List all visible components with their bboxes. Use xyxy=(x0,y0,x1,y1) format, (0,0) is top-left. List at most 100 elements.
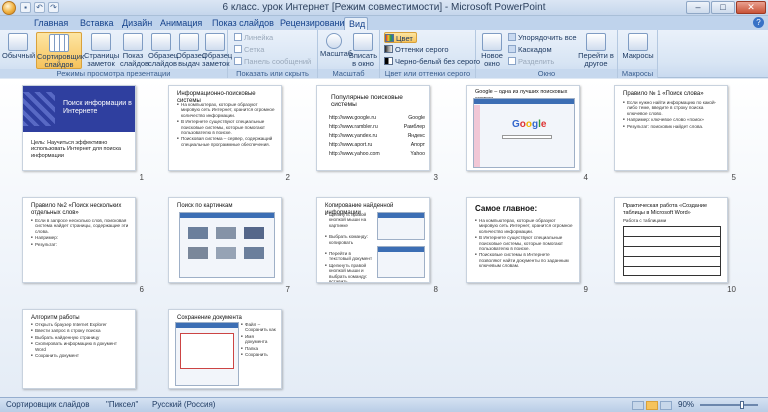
group-color: Цвет Оттенки серого Черно-белый без серо… xyxy=(380,30,480,78)
slide-thumbnail[interactable]: Практическая работа «Создание таблицы в … xyxy=(614,197,728,283)
slide-thumbnail[interactable]: Правило № 1 «Поиск слова» Если нужно най… xyxy=(614,85,728,171)
notes-page-button[interactable]: Страницы заметок xyxy=(84,32,119,69)
view-sorter-icon[interactable] xyxy=(646,401,658,410)
view-slideshow-icon[interactable] xyxy=(660,401,672,410)
slide-number: 10 xyxy=(727,285,736,294)
zoom-level[interactable]: 90% xyxy=(678,398,694,412)
group-show-hide: Линейка Сетка Панель сообщений Показать … xyxy=(228,30,318,78)
tab-animation[interactable]: Анимация xyxy=(156,17,206,30)
grid-checkbox[interactable]: Сетка xyxy=(234,44,264,55)
slide-1[interactable]: Поиск информации в Интернете Цель: Научи… xyxy=(22,85,144,182)
group-views: Обычный Сортировщик слайдов Страницы зам… xyxy=(0,30,232,78)
new-window-button[interactable]: Новое окно xyxy=(478,32,506,69)
slide-4[interactable]: Google – одна из лучших поисковых систем… xyxy=(466,85,588,182)
slide-5[interactable]: Правило № 1 «Поиск слова» Если нужно най… xyxy=(614,85,736,182)
status-language[interactable]: Русский (Россия) xyxy=(152,398,215,412)
copy-screenshot xyxy=(377,212,425,240)
color-button[interactable]: Цвет xyxy=(384,32,417,43)
slide-subtitle: Работа с таблицами xyxy=(623,218,667,223)
message-bar-checkbox[interactable]: Панель сообщений xyxy=(234,56,311,67)
grayscale-button[interactable]: Оттенки серого xyxy=(384,44,449,55)
close-button[interactable]: ✕ xyxy=(736,1,766,14)
slide-8[interactable]: Копирование найденной информации Щелкнут… xyxy=(316,197,438,294)
slide-number: 7 xyxy=(285,285,290,294)
maximize-button[interactable]: □ xyxy=(711,1,735,14)
slide-number: 8 xyxy=(433,285,438,294)
slide-9[interactable]: Самое главное: На компьютерах, которые о… xyxy=(466,197,588,294)
zoom-button[interactable]: Масштаб xyxy=(320,32,352,69)
slide-thumbnail[interactable]: Поиск по картинкам xyxy=(168,197,282,283)
search-engine-table: http://www.google.ru Google http://www.ra… xyxy=(329,115,425,157)
save-dialog-screenshot xyxy=(175,322,239,386)
handout-master-button[interactable]: Образец выдач xyxy=(176,32,206,69)
tab-design[interactable]: Дизайн xyxy=(118,17,156,30)
window-controls: – □ ✕ xyxy=(686,1,766,14)
slide-sorter-icon xyxy=(49,34,69,52)
tab-home[interactable]: Главная xyxy=(30,17,72,30)
ruler-checkbox[interactable]: Линейка xyxy=(234,32,273,43)
zoom-slider[interactable] xyxy=(700,404,758,406)
slide-thumbnail[interactable]: Информационно-поисковые системы На компь… xyxy=(168,85,282,171)
slide-title: Популярные поисковые системы xyxy=(331,94,403,108)
normal-view-button[interactable]: Обычный xyxy=(2,32,35,69)
slide-bullets: Если в запросе несколько слов, поисковая… xyxy=(31,218,129,248)
slide-7[interactable]: Поиск по картинкам 7 xyxy=(168,197,290,294)
status-bar: Сортировщик слайдов "Пиксел" Русский (Ро… xyxy=(0,397,768,412)
slide-title: Правило № 1 «Поиск слова» xyxy=(623,91,704,97)
slide-thumbnail[interactable]: Google – одна из лучших поисковых систем… xyxy=(466,85,580,171)
window-title: 6 класс. урок Интернет [Режим совместимо… xyxy=(222,2,546,13)
tab-insert[interactable]: Вставка xyxy=(76,17,117,30)
slide-title: Сохранение документа xyxy=(177,315,242,321)
notes-master-button[interactable]: Образец заметок xyxy=(202,32,232,69)
fit-window-button[interactable]: Вписать в окно xyxy=(348,32,378,69)
help-icon[interactable]: ? xyxy=(753,17,764,28)
slide-bullets: На компьютерах, которые образуют мировую… xyxy=(177,102,275,148)
group-color-label: Цвет или оттенки серого xyxy=(380,69,475,78)
slide-10[interactable]: Практическая работа «Создание таблицы в … xyxy=(614,197,736,294)
notes-master-icon xyxy=(205,33,225,51)
group-zoom: Масштаб Вписать в окно Масштаб xyxy=(318,30,380,78)
black-white-button[interactable]: Черно-белый без серого xyxy=(384,56,480,67)
arrange-all-button[interactable]: Упорядочить все xyxy=(508,32,577,43)
slide-2[interactable]: Информационно-поисковые системы На компь… xyxy=(168,85,290,182)
powerpoint-window: ▪ ↶ ↷ 6 класс. урок Интернет [Режим совм… xyxy=(0,0,768,412)
slide-sorter-button[interactable]: Сортировщик слайдов xyxy=(36,32,84,69)
tab-slideshow[interactable]: Показ слайдов xyxy=(208,17,278,30)
slide-thumbnail[interactable]: Копирование найденной информации Щелкнут… xyxy=(316,197,430,283)
slide-number: 3 xyxy=(433,173,438,182)
minimize-button[interactable]: – xyxy=(686,1,710,14)
slide-11[interactable]: Алгоритм работы Открыть браузер Internet… xyxy=(22,309,136,405)
slide-thumbnail[interactable]: Самое главное: На компьютерах, которые о… xyxy=(466,197,580,283)
tab-review[interactable]: Рецензирование xyxy=(276,17,354,30)
slide-12[interactable]: Сохранение документа Файл – Сохранить ка… xyxy=(168,309,282,405)
macros-icon xyxy=(628,33,648,51)
group-macros-label: Макросы xyxy=(618,69,657,78)
view-normal-icon[interactable] xyxy=(632,401,644,410)
slide-6[interactable]: Правило №2 «Поиск нескольких отдельных с… xyxy=(22,197,144,294)
slide-sorter-area: Поиск информации в Интернете Цель: Научи… xyxy=(0,79,768,397)
group-show-hide-label: Показать или скрыть xyxy=(228,69,317,78)
switch-window-button[interactable]: Перейти в другое окно xyxy=(576,32,616,76)
slide-thumbnail[interactable]: Правило №2 «Поиск нескольких отдельных с… xyxy=(22,197,136,283)
slide-show-button[interactable]: Показ слайдов xyxy=(120,32,149,69)
slide-number: 6 xyxy=(139,285,144,294)
group-zoom-label: Масштаб xyxy=(318,69,379,78)
status-theme: "Пиксел" xyxy=(106,400,139,409)
slide-bullets: Щелкнуть правой кнопкой мыши на картинке… xyxy=(325,212,373,282)
slide-3[interactable]: Популярные поисковые системы http://www.… xyxy=(316,85,438,182)
slide-thumbnail[interactable]: Алгоритм работы Открыть браузер Internet… xyxy=(22,309,136,389)
slide-thumbnail[interactable]: Сохранение документа Файл – Сохранить ка… xyxy=(168,309,282,389)
slide-thumbnail[interactable]: Поиск информации в Интернете Цель: Научи… xyxy=(22,85,136,171)
slide-number: 4 xyxy=(583,173,588,182)
split-button[interactable]: Разделить xyxy=(508,56,554,67)
slide-thumbnail[interactable]: Популярные поисковые системы http://www.… xyxy=(316,85,430,171)
group-window-label: Окно xyxy=(476,69,617,78)
slide-number: 9 xyxy=(583,285,588,294)
fit-window-icon xyxy=(353,33,373,51)
zoom-slider-thumb[interactable] xyxy=(740,401,744,409)
macros-button[interactable]: Макросы xyxy=(622,32,654,69)
tab-view[interactable]: Вид xyxy=(344,17,368,30)
cascade-button[interactable]: Каскадом xyxy=(508,44,552,55)
slide-master-button[interactable]: Образец слайдов xyxy=(148,32,178,69)
practice-table xyxy=(623,226,721,276)
